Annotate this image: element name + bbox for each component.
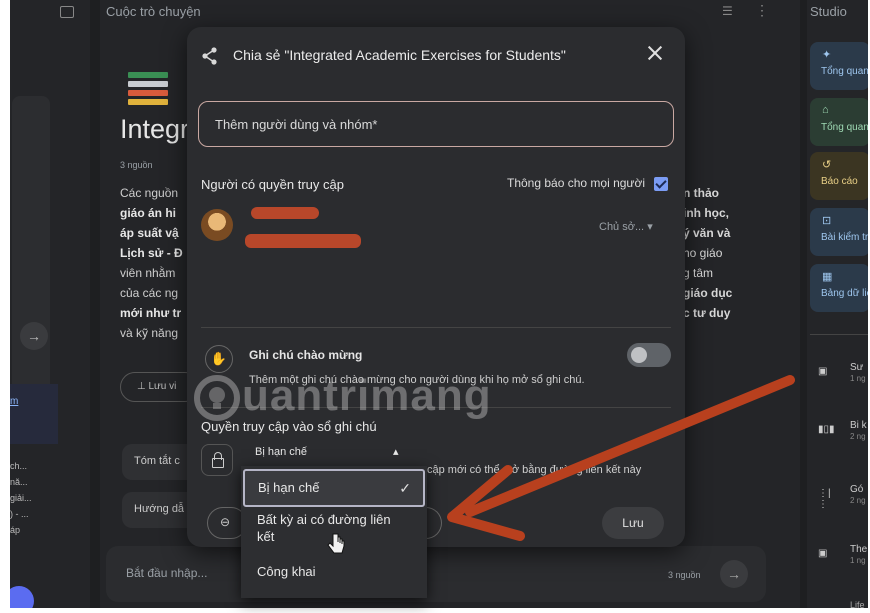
annotation-arrow bbox=[447, 375, 795, 541]
